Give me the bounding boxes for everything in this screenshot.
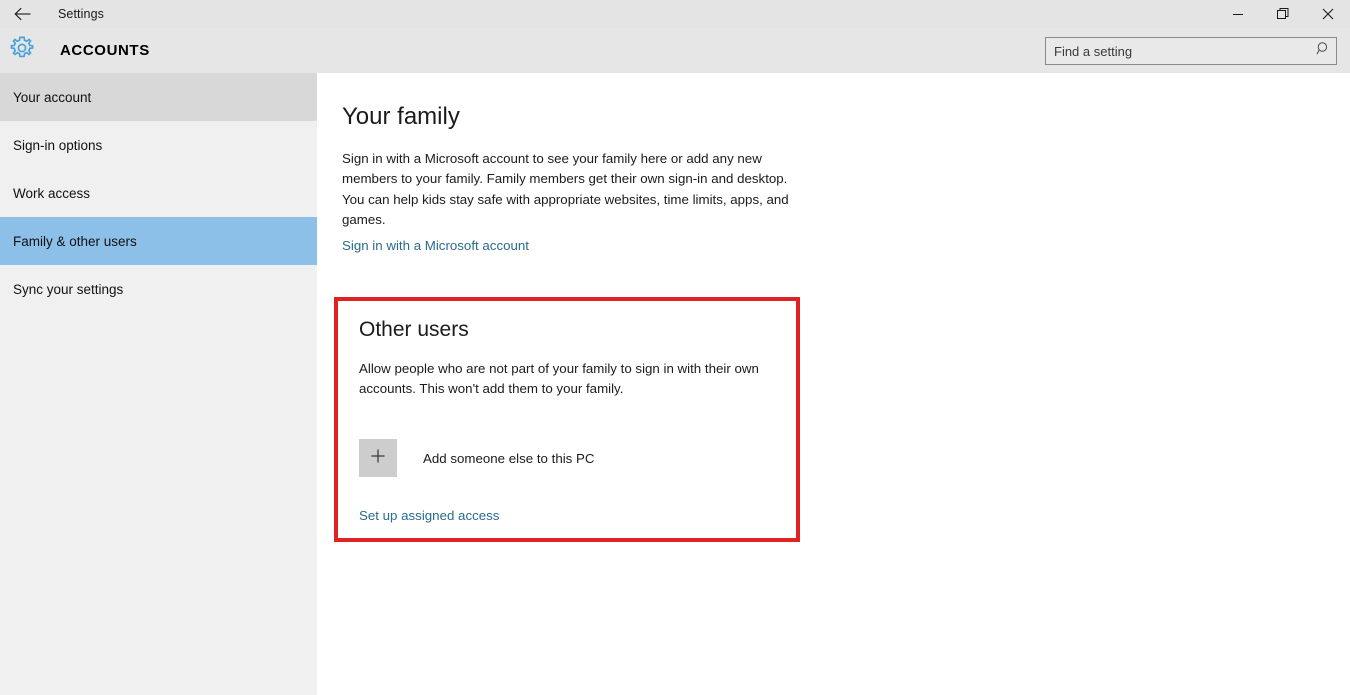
settings-gear-button[interactable] (0, 35, 44, 66)
page-title: ACCOUNTS (60, 42, 150, 59)
sidebar-item-work-access[interactable]: Work access (0, 169, 317, 217)
search-box[interactable] (1045, 37, 1337, 65)
sign-in-microsoft-account-link[interactable]: Sign in with a Microsoft account (342, 238, 529, 253)
sidebar-item-label: Sync your settings (13, 281, 124, 297)
search-button[interactable] (1310, 41, 1336, 61)
your-family-heading: Your family (342, 103, 460, 130)
your-family-description: Sign in with a Microsoft account to see … (342, 151, 789, 228)
title-bar: Settings (0, 0, 1350, 28)
sidebar-item-label: Sign-in options (13, 137, 103, 153)
sidebar-item-label: Your account (13, 89, 92, 105)
maximize-restore-icon (1276, 8, 1289, 20)
sidebar-item-sign-in-options[interactable]: Sign-in options (0, 121, 317, 169)
close-icon (1322, 8, 1334, 20)
sidebar-item-sync-your-settings[interactable]: Sync your settings (0, 265, 317, 313)
search-icon (1315, 41, 1331, 61)
window-controls (1215, 0, 1350, 28)
app-title: Settings (58, 7, 104, 21)
sidebar-item-label: Family & other users (13, 233, 137, 249)
back-arrow-icon (14, 7, 32, 21)
gear-icon (9, 35, 35, 66)
close-button[interactable] (1305, 0, 1350, 28)
other-users-highlight-box: Other users Allow people who are not par… (334, 297, 800, 542)
other-users-heading: Other users (359, 318, 469, 341)
minimize-button[interactable] (1215, 0, 1260, 28)
maximize-button[interactable] (1260, 0, 1305, 28)
plus-tile[interactable] (359, 439, 397, 477)
other-users-description: Allow people who are not part of your fa… (359, 361, 759, 397)
add-someone-else-label: Add someone else to this PC (423, 450, 595, 466)
main-content: Your family Sign in with a Microsoft acc… (317, 73, 1350, 695)
settings-sidebar: Your account Sign-in options Work access… (0, 73, 317, 695)
sidebar-item-family-and-other-users[interactable]: Family & other users (0, 217, 317, 265)
sidebar-item-your-account[interactable]: Your account (0, 73, 317, 121)
add-someone-else-button[interactable]: Add someone else to this PC (359, 439, 594, 477)
minimize-icon (1232, 8, 1244, 20)
plus-icon (369, 447, 387, 470)
settings-header: ACCOUNTS (0, 28, 1350, 73)
back-button[interactable] (0, 0, 46, 28)
search-input[interactable] (1046, 38, 1310, 64)
set-up-assigned-access-link[interactable]: Set up assigned access (359, 508, 499, 523)
sidebar-item-label: Work access (13, 185, 91, 201)
